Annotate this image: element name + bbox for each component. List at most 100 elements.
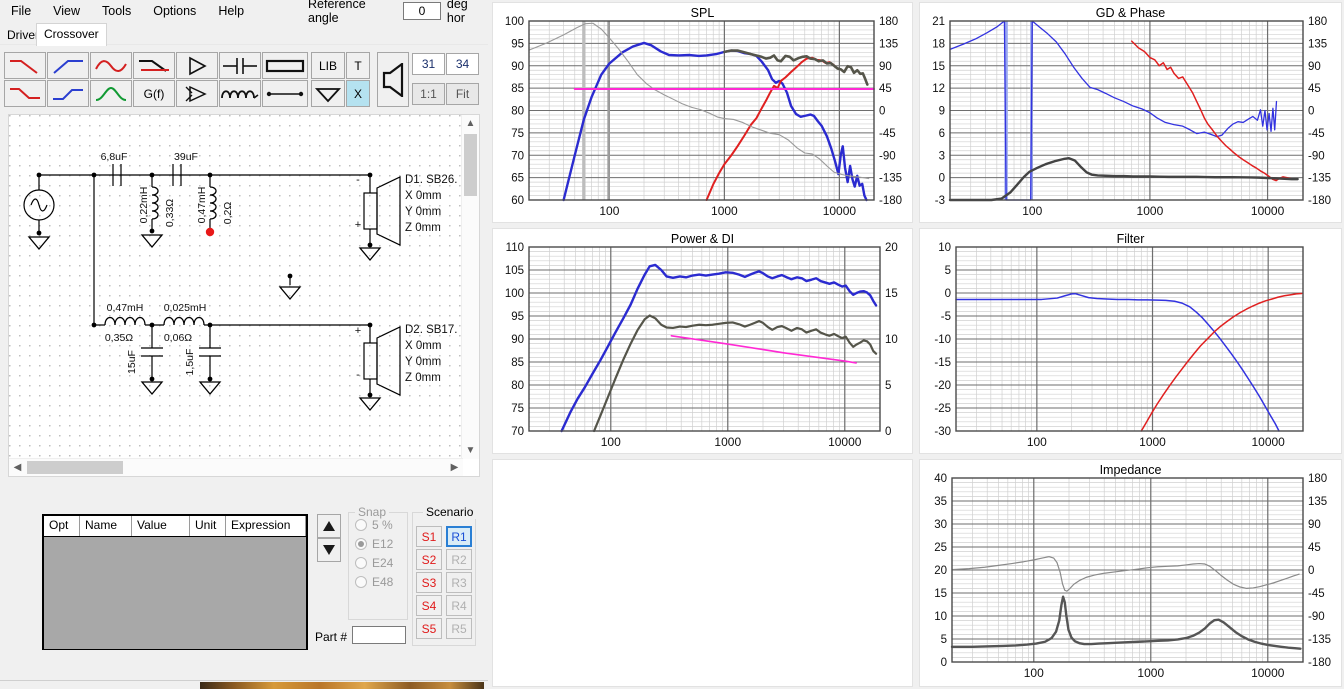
snap-option-e48[interactable]: E48 [355,575,407,589]
highpass-shelf-blue-icon[interactable] [47,80,89,107]
scenario-button-r1[interactable]: R1 [446,526,472,547]
allpass-red-icon[interactable] [90,52,132,79]
transformer-button[interactable]: T [346,52,370,79]
scenario-button-r4[interactable]: R4 [446,595,472,616]
scenario-button-s5[interactable]: S5 [416,618,442,639]
snap-label-5pct: 5 % [372,518,393,532]
svg-text:5: 5 [885,380,891,392]
svg-text:95: 95 [511,311,524,323]
column-unit[interactable]: Unit [190,516,226,536]
scroll-down-icon[interactable]: ▼ [462,442,479,459]
shelf-red-black-icon[interactable] [133,52,175,79]
radio-5pct[interactable] [355,519,367,531]
svg-text:110: 110 [506,242,524,254]
zoom-one-to-one-button[interactable]: 1:1 [412,83,445,105]
svg-text:10000: 10000 [823,204,857,218]
chart-panel-impedance[interactable]: Impedance 0 5 10 15 20 25 30 35 40 -180 -135 -90 -45… [919,459,1342,687]
move-up-button[interactable] [317,514,341,538]
capacitor-icon[interactable] [219,52,261,79]
menu-item-options[interactable]: Options [142,1,207,21]
spl-plot: 60 65 70 75 80 85 90 95 100 -180 -135 -90 -45 0 45 90 13… [505,16,902,218]
chart-panel-filter[interactable]: Filter -30 -25 -20 -15 -10 -5 0 5 10 100 1000 10000 [919,228,1342,454]
library-button[interactable]: LIB [311,52,345,79]
parts-table[interactable]: Opt Name Value Unit Expression [42,514,308,650]
menu-item-view[interactable]: View [42,1,91,21]
menu-item-help[interactable]: Help [207,1,255,21]
scenario-button-r2[interactable]: R2 [446,549,472,570]
scroll-right-icon[interactable]: ▶ [446,459,463,476]
scenario-button-s2[interactable]: S2 [416,549,442,570]
chart-panel-empty[interactable] [492,459,913,687]
reference-angle-input[interactable] [402,2,441,20]
label-l2-esr: 0,2Ω [222,202,234,225]
amplifier-icon[interactable] [176,52,218,79]
svg-text:135: 135 [879,38,898,50]
scroll-left-icon[interactable]: ◀ [9,459,26,476]
svg-text:35: 35 [934,496,947,508]
radio-e12[interactable] [355,538,367,550]
vertical-scroll-thumb[interactable] [464,134,477,196]
svg-text:90: 90 [1308,61,1321,73]
zoom-31-button[interactable]: 31 [412,53,445,75]
svg-text:0: 0 [1308,565,1314,577]
svg-text:5: 5 [945,265,951,277]
power_di-plot: 70 75 80 85 90 95 100 105 110 0 5 10 15 20 100 1000 1000… [505,242,898,449]
scenario-button-r5[interactable]: R5 [446,618,472,639]
svg-text:1000: 1000 [711,204,738,218]
lowpass-shelf-red-icon[interactable] [4,80,46,107]
bandpass-green-icon[interactable] [90,80,132,107]
column-value[interactable]: Value [132,516,190,536]
menu-item-tools[interactable]: Tools [91,1,142,21]
menu-item-file[interactable]: File [0,1,42,21]
highpass-blue-icon[interactable] [47,52,89,79]
speaker-icon[interactable] [377,52,409,107]
schematic-horizontal-scrollbar[interactable]: ◀ ▶ [9,458,463,476]
svg-text:1000: 1000 [1137,204,1164,218]
snap-option-e12[interactable]: E12 [355,537,407,551]
scenario-button-s4[interactable]: S4 [416,595,442,616]
move-down-button[interactable] [317,538,341,562]
scroll-up-icon[interactable]: ▲ [462,115,479,132]
parts-table-body[interactable] [44,537,306,649]
label-l1-esr: 0,33Ω [164,199,176,227]
chart-panel-power-di[interactable]: Power & DI 70 75 80 85 90 95 100 105 110 0 5 10 15 20… [492,228,913,454]
snap-option-5pct[interactable]: 5 % [355,518,407,532]
wire-icon[interactable] [262,80,308,107]
svg-text:0: 0 [939,173,945,185]
buffer-amp-icon[interactable] [176,80,218,107]
column-opt[interactable]: Opt [44,516,80,536]
part-number-input[interactable] [352,626,406,644]
chart-panel-spl[interactable]: SPL 60 65 70 75 80 85 90 95 100 -180 -135 -90 -45 0 45… [492,2,913,223]
column-expression[interactable]: Expression [226,516,306,536]
menu-bar: File View Tools Options Help [0,0,305,22]
inductor-icon[interactable] [219,80,261,107]
snap-group: Snap 5 % E12 E24 E48 [348,505,408,620]
schematic-canvas[interactable]: 6,8uF 39uF 0,22mH 0,33Ω 0,47mH 0,2Ω 0,47… [9,115,463,459]
delete-button[interactable]: X [346,80,370,107]
scenario-button-r3[interactable]: R3 [446,572,472,593]
radio-e48[interactable] [355,576,367,588]
status-image-strip [200,682,484,689]
scenario-button-s1[interactable]: S1 [416,526,442,547]
ground-icon[interactable] [311,80,345,107]
schematic-vertical-scrollbar[interactable]: ▲ ▼ [461,115,479,459]
label-c3: 15uF [126,350,138,374]
scenario-button-s3[interactable]: S3 [416,572,442,593]
chart-panel-gd-phase[interactable]: GD & Phase -3 0 3 6 9 12 15 18 21 -180 -135 -90 -45 0… [919,2,1342,223]
snap-option-e24[interactable]: E24 [355,556,407,570]
resistor-icon[interactable] [262,52,308,79]
zoom-fit-button[interactable]: Fit [446,83,479,105]
svg-text:85: 85 [511,83,524,95]
radio-e24[interactable] [355,557,367,569]
lowpass-red-icon[interactable] [4,52,46,79]
zoom-34-button[interactable]: 34 [446,53,479,75]
svg-text:105: 105 [505,265,524,277]
schematic-editor[interactable]: 6,8uF 39uF 0,22mH 0,33Ω 0,47mH 0,2Ω 0,47… [8,114,480,477]
transfer-function-button[interactable]: G(f) [133,80,175,107]
svg-text:180: 180 [879,16,898,28]
svg-text:-45: -45 [879,128,896,140]
tab-crossover[interactable]: Crossover [36,23,107,46]
column-name[interactable]: Name [80,516,132,536]
impedance-plot: 0 5 10 15 20 25 30 35 40 -180 -135 -90 -45 0 45 90 135 18… [934,473,1331,680]
horizontal-scroll-thumb[interactable] [27,461,123,474]
